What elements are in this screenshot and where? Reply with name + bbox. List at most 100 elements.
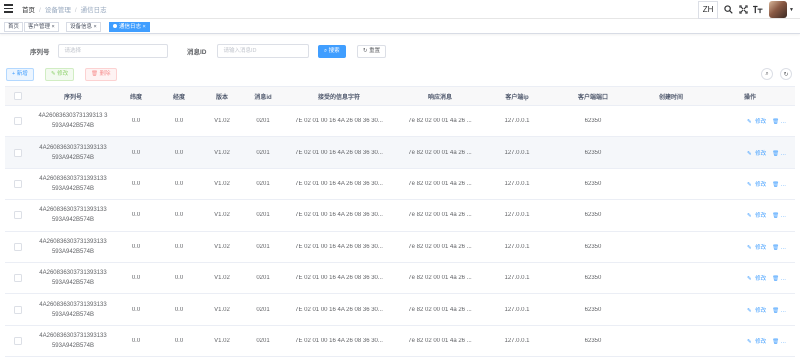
cell-version: V1.02	[214, 243, 230, 250]
refresh-button[interactable]: ↻	[780, 68, 792, 80]
row-delete-link[interactable]: 🗑 删除	[772, 245, 795, 251]
cell-lat: 0.0	[131, 212, 141, 219]
cell-client-port: 62350	[584, 306, 602, 313]
row-checkbox[interactable]	[14, 148, 22, 157]
cell-received: 7E 02 01 00 16 4A 26 08 36 30...	[295, 337, 383, 344]
col-received: 接受的信息字符	[317, 94, 360, 101]
row-edit-label: 修改	[755, 213, 767, 220]
row-delete-label: 删除	[782, 338, 794, 345]
refresh-icon: ↻	[363, 48, 368, 54]
row-delete-link[interactable]: 🗑 删除	[772, 339, 795, 345]
delete-button[interactable]: 🗑 删除	[85, 68, 117, 81]
breadcrumb-item-device[interactable]: 设备管理	[45, 7, 71, 14]
row-delete-link[interactable]: 🗑 删除	[772, 119, 795, 125]
cell-response: 7e 82 02 00 01 4a 26 ...	[408, 306, 472, 313]
close-icon[interactable]: ×	[52, 24, 55, 30]
cell-serial: 4A26083630373139313 3 593A942B574B	[31, 111, 115, 131]
cell-version: V1.02	[214, 180, 230, 187]
row-checkbox[interactable]	[14, 336, 22, 345]
row-delete-label: 删除	[782, 213, 794, 220]
table-row[interactable]: 4A260836303731393133 593A942B574B 0.0 0.0…	[5, 200, 795, 232]
user-avatar[interactable]	[769, 1, 788, 18]
cell-lng: 0.0	[174, 306, 184, 313]
cell-version: V1.02	[214, 212, 230, 219]
table-row[interactable]: 4A260836303731393133 593A942B574B 0.0 0.0…	[5, 169, 795, 201]
close-icon[interactable]: ×	[94, 24, 97, 30]
hamburger-icon[interactable]	[4, 4, 13, 13]
tag-customer[interactable]: 客户管理 ×	[24, 22, 59, 32]
row-checkbox[interactable]	[14, 211, 22, 220]
col-client-port: 客户端端口	[577, 94, 608, 101]
row-delete-link[interactable]: 🗑 删除	[772, 213, 795, 219]
edit-button[interactable]: ✎ 修改	[45, 68, 75, 81]
row-edit-label: 修改	[755, 276, 767, 283]
serial-line-2: 593A942B574B	[51, 342, 95, 349]
table-header: 序列号 纬度 经度 版本 消息id 接受的信息字符 响应消息 客户端ip 客户端…	[5, 87, 795, 106]
close-icon[interactable]: ×	[143, 24, 146, 30]
cell-client-port: 62350	[584, 243, 602, 250]
cell-version: V1.02	[214, 275, 230, 282]
row-edit-link[interactable]: ✎ 修改	[747, 276, 768, 282]
font-size-icon[interactable]	[752, 4, 764, 16]
row-edit-link[interactable]: ✎ 修改	[747, 182, 768, 188]
col-lat: 纬度	[129, 94, 142, 101]
row-delete-link[interactable]: 🗑 删除	[772, 276, 795, 282]
row-edit-link[interactable]: ✎ 修改	[747, 151, 768, 157]
search-button[interactable]: ⌕ 搜索	[318, 45, 346, 58]
table-row[interactable]: 4A260836303731393133 593A942B574B 0.0 0.0…	[5, 263, 795, 295]
table-row[interactable]: 4A260836303731393133 593A942B574B 0.0 0.0…	[5, 137, 795, 169]
language-switch[interactable]: ZH	[698, 0, 719, 19]
row-delete-link[interactable]: 🗑 删除	[772, 151, 795, 157]
tag-home[interactable]: 首页	[4, 22, 24, 32]
row-delete-link[interactable]: 🗑 删除	[772, 182, 795, 188]
cell-response: 7e 82 02 00 01 4a 26 ...	[408, 243, 472, 250]
caret-down-icon[interactable]: ▼	[789, 7, 794, 13]
row-checkbox[interactable]	[14, 305, 22, 314]
cell-lng: 0.0	[174, 149, 184, 156]
top-navbar: 首页 / 设备管理 / 通信日志 ZH ▼	[0, 0, 800, 19]
select-all-checkbox[interactable]	[14, 92, 22, 100]
row-edit-link[interactable]: ✎ 修改	[747, 213, 768, 219]
cell-serial: 4A260836303731393133 593A942B574B	[31, 237, 115, 257]
col-version: 版本	[215, 94, 228, 101]
row-checkbox[interactable]	[14, 242, 22, 251]
row-edit-link[interactable]: ✎ 修改	[747, 245, 768, 251]
table-row[interactable]: 4A26083630373139313 3 593A942B574B 0.0 0.…	[5, 106, 795, 138]
row-checkbox[interactable]	[14, 117, 22, 126]
cell-lng: 0.0	[174, 118, 184, 125]
fullscreen-icon[interactable]	[737, 4, 749, 16]
row-delete-label: 删除	[782, 307, 794, 314]
cell-actions: ✎ 修改 🗑 删除	[705, 180, 795, 188]
breadcrumb-item-home[interactable]: 首页	[22, 7, 35, 14]
table-row[interactable]: 4A260836303731393133 593A942B574B 0.0 0.0…	[5, 232, 795, 263]
cell-lat: 0.0	[131, 180, 141, 187]
row-edit-link[interactable]: ✎ 修改	[747, 308, 768, 314]
cell-msgid: 0201	[256, 180, 270, 187]
cell-lng: 0.0	[174, 180, 184, 187]
cell-response: 7e 82 02 00 01 4a 26 ...	[408, 149, 472, 156]
serial-line-2: 593A942B574B	[51, 217, 95, 224]
add-button[interactable]: + 新增	[6, 68, 34, 81]
serial-select[interactable]: 请选择	[57, 44, 168, 58]
breadcrumb: 首页 / 设备管理 / 通信日志	[22, 7, 107, 14]
row-delete-link[interactable]: 🗑 删除	[772, 308, 795, 314]
cell-client-ip: 127.0.0.1	[504, 337, 530, 344]
cell-serial: 4A260836303731393133 593A942B574B	[31, 205, 115, 225]
cell-msgid: 0201	[256, 275, 270, 282]
row-checkbox-cell	[5, 242, 31, 251]
reset-button[interactable]: ↻ 重置	[357, 45, 387, 58]
msgid-input[interactable]: 请输入消息ID	[216, 44, 309, 58]
table-row[interactable]: 4A260836303731393133 593A942B574B 0.0 0.0…	[5, 294, 795, 326]
serial-line-1: 4A260836303731393133	[39, 175, 107, 182]
tag-comm-log[interactable]: 通信日志 ×	[109, 22, 150, 32]
serial-line-1: 4A260836303731393133	[39, 144, 107, 151]
tag-device[interactable]: 设备信息 ×	[66, 22, 101, 32]
row-edit-link[interactable]: ✎ 修改	[747, 119, 768, 125]
table-row[interactable]: 4A260836303731393133 593A942B574B 0.0 0.0…	[5, 326, 795, 358]
toggle-search-button[interactable]: ⌕	[761, 68, 773, 80]
row-edit-link[interactable]: ✎ 修改	[747, 339, 768, 345]
row-checkbox[interactable]	[14, 274, 22, 283]
cell-received: 7E 02 01 00 16 4A 26 08 36 30...	[295, 149, 383, 156]
row-checkbox[interactable]	[14, 179, 22, 188]
search-icon[interactable]	[722, 4, 734, 16]
